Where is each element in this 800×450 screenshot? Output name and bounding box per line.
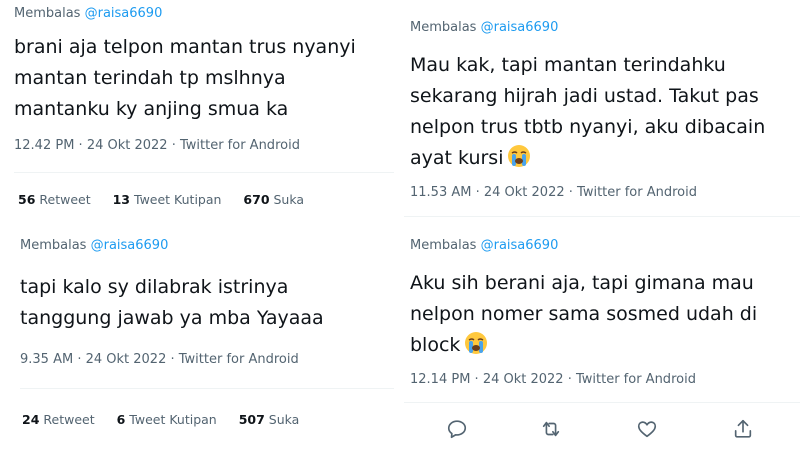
tweet-meta: 12.14 PM · 24 Okt 2022 · Twitter for And… xyxy=(410,372,696,387)
reply-handle-link[interactable]: @raisa6690 xyxy=(91,238,169,253)
tweet-card-3: Membalas @raisa6690 tapi kalo sy dilabra… xyxy=(0,226,400,450)
engagement-stats: 56 Retweet 13 Tweet Kutipan 670 Suka xyxy=(18,192,322,207)
tweet-text-line: Mau kak, tapi mantan terindahku xyxy=(410,54,726,76)
quote-tweet-count[interactable]: 13 Tweet Kutipan xyxy=(113,192,222,207)
tweet-date[interactable]: 24 Okt 2022 xyxy=(483,372,564,387)
tweet-text-line: tanggung jawab ya mba Yayaaa xyxy=(20,307,324,329)
tweet-text: tapi kalo sy dilabrak istrinya tanggung … xyxy=(20,272,324,334)
share-icon[interactable] xyxy=(732,418,754,440)
tweet-card-1: Membalas @raisa6690 brani aja telpon man… xyxy=(0,0,400,222)
reply-prefix: Membalas xyxy=(410,20,477,35)
divider xyxy=(14,172,394,173)
like-count[interactable]: 507 Suka xyxy=(239,412,300,427)
reply-context: Membalas @raisa6690 xyxy=(410,238,558,253)
meta-separator: · xyxy=(167,138,180,153)
quote-tweet-count[interactable]: 6 Tweet Kutipan xyxy=(117,412,217,427)
tweet-text-line: block xyxy=(410,330,757,361)
tweet-card-2: Membalas @raisa6690 Mau kak, tapi mantan… xyxy=(404,0,800,222)
tweet-text-line: nelpon trus tbtb nyanyi, aku dibacain xyxy=(410,116,766,138)
retweet-count[interactable]: 24 Retweet xyxy=(22,412,95,427)
meta-separator: · xyxy=(471,185,484,200)
reply-prefix: Membalas xyxy=(20,238,87,253)
reply-icon[interactable] xyxy=(446,418,468,440)
tweet-card-4: Membalas @raisa6690 Aku sih berani aja, … xyxy=(404,226,800,450)
meta-separator: · xyxy=(166,352,179,367)
tweet-time[interactable]: 12.14 PM xyxy=(410,372,470,387)
reply-handle-link[interactable]: @raisa6690 xyxy=(481,238,559,253)
meta-separator: · xyxy=(564,185,578,200)
tweet-source: Twitter for Android xyxy=(179,138,300,153)
divider xyxy=(404,402,800,403)
tweet-meta: 9.35 AM · 24 Okt 2022 · Twitter for Andr… xyxy=(20,352,299,367)
meta-separator: · xyxy=(74,138,87,153)
tweet-text-line: ayat kursi xyxy=(410,143,765,174)
tweet-source: Twitter for Android xyxy=(575,372,696,387)
tweet-date[interactable]: 24 Okt 2022 xyxy=(86,352,167,367)
tweet-text-line: brani aja telpon mantan trus nyanyi xyxy=(14,36,356,58)
divider xyxy=(20,388,394,389)
tweet-time[interactable]: 12.42 PM xyxy=(14,138,74,153)
tweet-time[interactable]: 11.53 AM xyxy=(410,185,471,200)
tweet-source: Twitter for Android xyxy=(577,185,698,200)
like-icon[interactable] xyxy=(636,418,658,440)
loudly-crying-face-emoji xyxy=(508,145,531,167)
reply-prefix: Membalas xyxy=(14,6,81,21)
tweet-meta: 11.53 AM · 24 Okt 2022 · Twitter for And… xyxy=(410,185,697,200)
loudly-crying-face-emoji xyxy=(465,332,488,354)
tweet-text-line: tapi kalo sy dilabrak istrinya xyxy=(20,276,289,298)
engagement-stats: 24 Retweet 6 Tweet Kutipan 507 Suka xyxy=(22,412,317,427)
reply-context: Membalas @raisa6690 xyxy=(14,6,162,21)
tweet-text: Aku sih berani aja, tapi gimana mau nelp… xyxy=(410,268,757,361)
retweet-count[interactable]: 56 Retweet xyxy=(18,192,91,207)
tweet-text-line: sekarang hijrah jadi ustad. Takut pas xyxy=(410,85,759,107)
tweet-meta: 12.42 PM · 24 Okt 2022 · Twitter for And… xyxy=(14,138,300,153)
tweet-date[interactable]: 24 Okt 2022 xyxy=(484,185,565,200)
tweet-text: brani aja telpon mantan trus nyanyi mant… xyxy=(14,32,356,125)
like-count[interactable]: 670 Suka xyxy=(243,192,304,207)
reply-handle-link[interactable]: @raisa6690 xyxy=(481,20,559,35)
reply-context: Membalas @raisa6690 xyxy=(410,20,558,35)
reply-handle-link[interactable]: @raisa6690 xyxy=(85,6,163,21)
tweet-date[interactable]: 24 Okt 2022 xyxy=(87,138,168,153)
tweet-text: Mau kak, tapi mantan terindahku sekarang… xyxy=(410,50,765,174)
tweet-text-line: nelpon nomer sama sosmed udah di xyxy=(410,303,758,325)
meta-separator: · xyxy=(563,372,576,387)
retweet-icon[interactable] xyxy=(540,418,562,440)
tweet-text-line: mantanku ky anjing smua ka xyxy=(14,98,289,120)
tweet-source: Twitter for Android xyxy=(178,352,299,367)
tweet-text-line: Aku sih berani aja, tapi gimana mau xyxy=(410,272,754,294)
meta-separator: · xyxy=(470,372,483,387)
reply-prefix: Membalas xyxy=(410,238,477,253)
meta-separator: · xyxy=(73,352,86,367)
tweet-text-line: mantan terindah tp mslhnya xyxy=(14,67,286,89)
tweet-time[interactable]: 9.35 AM xyxy=(20,352,73,367)
divider xyxy=(404,216,800,217)
reply-context: Membalas @raisa6690 xyxy=(20,238,168,253)
